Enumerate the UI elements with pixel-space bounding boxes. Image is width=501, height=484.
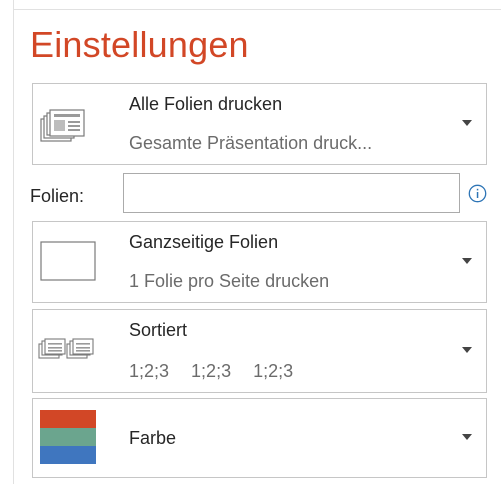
collation-dropdown[interactable]: Sortiert 1;2;3 1;2;3 1;2;3: [32, 309, 487, 393]
settings-heading: Einstellungen: [30, 24, 249, 65]
color-dropdown[interactable]: Farbe: [32, 398, 487, 478]
collation-sequence: 1;2;3: [191, 361, 232, 381]
layout-dropdown[interactable]: Ganzseitige Folien 1 Folie pro Seite dru…: [32, 221, 487, 303]
color-swatch-band: [40, 410, 96, 428]
collation-sequence: 1;2;3: [253, 361, 294, 381]
chevron-down-icon: [462, 120, 472, 126]
all-slides-icon: [40, 109, 85, 142]
color-swatch-band: [40, 446, 96, 464]
collation-sequences: 1;2;3 1;2;3 1;2;3: [129, 361, 315, 382]
chevron-down-icon: [462, 434, 472, 440]
panel-left-border: [13, 0, 14, 484]
slides-input[interactable]: [123, 173, 460, 213]
full-page-slide-icon: [40, 241, 96, 281]
print-range-title: Alle Folien drucken: [129, 94, 283, 114]
chevron-down-icon: [462, 258, 472, 264]
layout-title: Ganzseitige Folien: [129, 232, 279, 252]
color-swatch-icon: [40, 410, 96, 464]
panel-top-border: [13, 9, 501, 10]
color-title: Farbe: [129, 428, 177, 448]
print-range-subtitle: Gesamte Präsentation druck...: [129, 133, 373, 153]
slides-label: Folien:: [30, 186, 85, 206]
collation-sequence: 1;2;3: [129, 361, 170, 381]
layout-subtitle: 1 Folie pro Seite drucken: [129, 271, 330, 291]
chevron-down-icon: [462, 347, 472, 353]
collated-pages-icon: [38, 338, 94, 359]
print-range-dropdown[interactable]: Alle Folien drucken Gesamte Präsentation…: [32, 83, 487, 165]
info-icon[interactable]: [468, 184, 487, 203]
collation-title: Sortiert: [129, 320, 188, 340]
color-swatch-band: [40, 428, 96, 446]
